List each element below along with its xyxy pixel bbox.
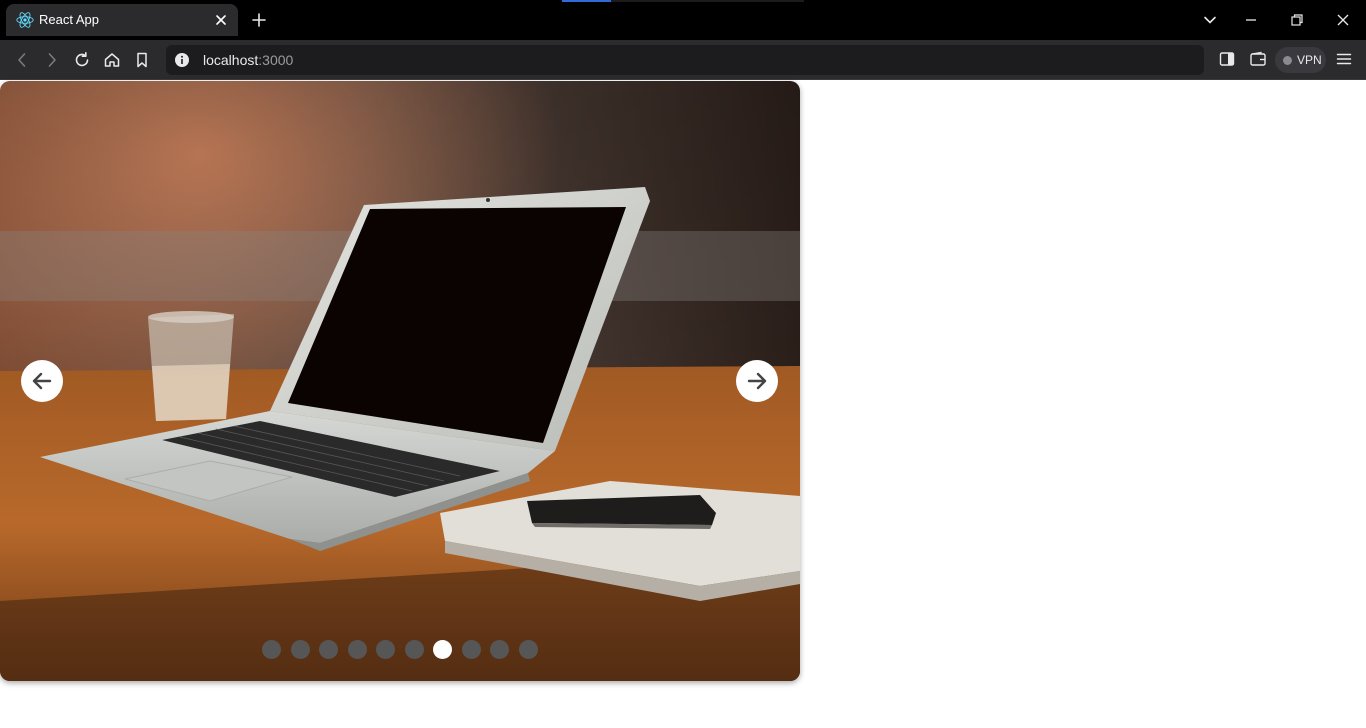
slide-indicator-2[interactable]	[290, 640, 310, 659]
slide-indicator-5[interactable]	[376, 640, 395, 659]
slide-indicator-8[interactable]	[461, 640, 481, 659]
home-icon[interactable]	[102, 50, 122, 70]
arrow-left-icon	[32, 372, 52, 390]
address-bar[interactable]: localhost:3000	[166, 45, 1204, 75]
url-host: localhost	[203, 52, 259, 68]
close-tab-icon[interactable]	[212, 11, 230, 29]
loading-indicator	[562, 0, 804, 2]
slide-indicator-4[interactable]	[347, 640, 367, 659]
slide-indicator-9[interactable]	[490, 640, 509, 659]
vpn-button[interactable]: VPN	[1275, 47, 1326, 73]
slide-indicator-3[interactable]	[319, 640, 338, 659]
back-icon[interactable]	[12, 50, 32, 70]
slide-image	[0, 81, 800, 681]
prev-slide-button[interactable]	[21, 360, 63, 402]
slide-indicator-7[interactable]	[433, 640, 452, 659]
new-tab-icon[interactable]	[250, 11, 268, 29]
slide-indicator-1[interactable]	[262, 640, 281, 659]
menu-icon[interactable]	[1335, 50, 1353, 68]
react-logo-icon	[16, 12, 34, 28]
sidebar-icon[interactable]	[1218, 50, 1236, 68]
restore-icon[interactable]	[1288, 11, 1306, 29]
browser-tab[interactable]: React App	[6, 4, 238, 36]
next-slide-button[interactable]	[736, 360, 778, 402]
site-info-icon[interactable]	[174, 52, 190, 68]
title-bar: React App	[0, 0, 1366, 40]
slide-indicators	[262, 640, 547, 659]
slide-indicator-10[interactable]	[518, 640, 538, 659]
wallet-icon[interactable]	[1249, 50, 1267, 68]
vpn-status-dot	[1283, 55, 1292, 65]
bookmark-icon[interactable]	[132, 50, 152, 70]
tab-title: React App	[39, 12, 99, 27]
url-port: :3000	[258, 52, 294, 68]
close-window-icon[interactable]	[1334, 11, 1352, 29]
arrow-right-icon	[747, 372, 767, 390]
slide-indicator-6[interactable]	[404, 640, 424, 659]
minimize-icon[interactable]	[1242, 11, 1260, 29]
image-carousel	[0, 81, 800, 681]
url-text: localhost:3000	[203, 52, 293, 68]
forward-icon[interactable]	[42, 50, 62, 70]
reload-icon[interactable]	[72, 50, 92, 70]
vpn-label: VPN	[1297, 53, 1322, 67]
page-content	[0, 81, 1366, 728]
tab-search-chevron-down-icon[interactable]	[1201, 11, 1219, 29]
